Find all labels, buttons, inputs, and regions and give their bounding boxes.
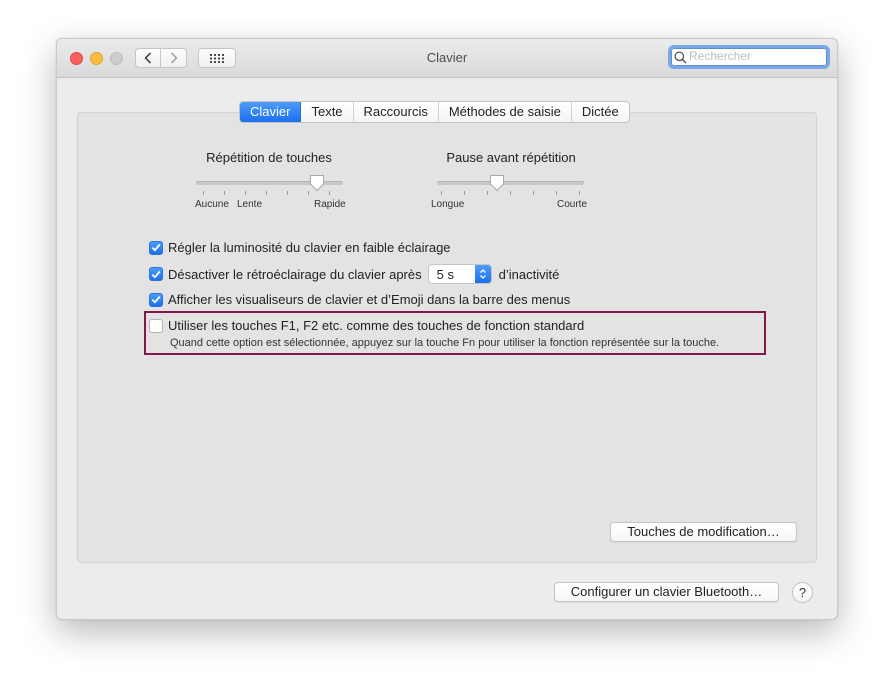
delay-until-repeat-tick-label: Longue (431, 199, 465, 210)
delay-until-repeat-tick (464, 191, 465, 195)
delay-until-repeat-tick (533, 191, 534, 195)
tab-dictee[interactable]: Dictée (572, 102, 629, 122)
delay-until-repeat-tick (510, 191, 511, 195)
brightness-label: Régler la luminosité du clavier en faibl… (168, 240, 451, 255)
help-button[interactable]: ? (792, 582, 813, 603)
tab-raccourcis[interactable]: Raccourcis (354, 102, 439, 122)
modifier-keys-button[interactable]: Touches de modification… (610, 522, 797, 542)
popup-stepper (474, 265, 491, 283)
checkmark-icon (151, 295, 161, 304)
key-repeat-tick-label: Aucune (195, 199, 229, 210)
backlight-label-suffix: d’inactivité (498, 266, 560, 282)
brightness-option[interactable]: Régler la luminosité du clavier en faibl… (149, 240, 451, 255)
key-repeat-tick-label: Rapide (314, 199, 346, 210)
delay-until-repeat-track[interactable] (437, 181, 584, 185)
backlight-timeout-popup[interactable]: 5 s (427, 264, 492, 284)
key-repeat-tick (329, 191, 330, 195)
fn-keys-checkbox[interactable] (149, 318, 163, 333)
key-repeat-tick-label: Lente (237, 199, 263, 210)
fn-keys-label: Utiliser les touches F1, F2 etc. comme d… (168, 318, 585, 333)
viewers-option[interactable]: Afficher les visualiseurs de clavier et … (149, 292, 570, 307)
up-down-arrows-icon (479, 269, 486, 279)
search-icon (674, 51, 687, 64)
tab-bar: Clavier Texte Raccourcis Méthodes de sai… (239, 101, 630, 123)
preferences-window: Clavier Clavier Texte Raccourcis Méthode… (56, 38, 838, 620)
key-repeat-tick (224, 191, 225, 195)
viewers-checkbox[interactable] (149, 292, 163, 307)
search-field[interactable] (668, 45, 830, 69)
delay-until-repeat-label: Pause avant répétition (446, 150, 576, 165)
delay-until-repeat-tick (487, 191, 488, 195)
checkmark-icon (151, 270, 161, 279)
key-repeat-tick (245, 191, 246, 195)
search-input[interactable] (689, 48, 823, 64)
configure-bluetooth-keyboard-button[interactable]: Configurer un clavier Bluetooth… (554, 582, 779, 602)
backlight-timeout-value: 5 s (436, 266, 454, 282)
backlight-option[interactable]: Désactiver le rétroéclairage du clavier … (149, 263, 559, 285)
key-repeat-tick (203, 191, 204, 195)
tab-clavier[interactable]: Clavier (240, 102, 302, 122)
delay-until-repeat-tick (579, 191, 580, 195)
delay-until-repeat-slider-thumb[interactable] (489, 174, 505, 192)
title-bar: Clavier (57, 39, 837, 78)
key-repeat-slider-thumb[interactable] (309, 174, 325, 192)
brightness-checkbox[interactable] (149, 240, 163, 255)
delay-until-repeat-tick (556, 191, 557, 195)
backlight-checkbox[interactable] (149, 267, 163, 281)
delay-until-repeat-tick-label: Courte (557, 199, 588, 210)
key-repeat-label: Répétition de touches (206, 150, 332, 165)
fn-keys-note: Quand cette option est sélectionnée, app… (170, 337, 720, 349)
backlight-label: Désactiver le rétroéclairage du clavier … (168, 266, 422, 282)
checkmark-icon (151, 243, 161, 252)
tab-texte[interactable]: Texte (301, 102, 354, 122)
key-repeat-tick (287, 191, 288, 195)
key-repeat-tick (266, 191, 267, 195)
viewers-label: Afficher les visualiseurs de clavier et … (168, 292, 571, 307)
fn-keys-option[interactable]: Utiliser les touches F1, F2 etc. comme d… (149, 318, 584, 333)
tab-methodes-de-saisie[interactable]: Méthodes de saisie (439, 102, 572, 122)
delay-until-repeat-tick (441, 191, 442, 195)
